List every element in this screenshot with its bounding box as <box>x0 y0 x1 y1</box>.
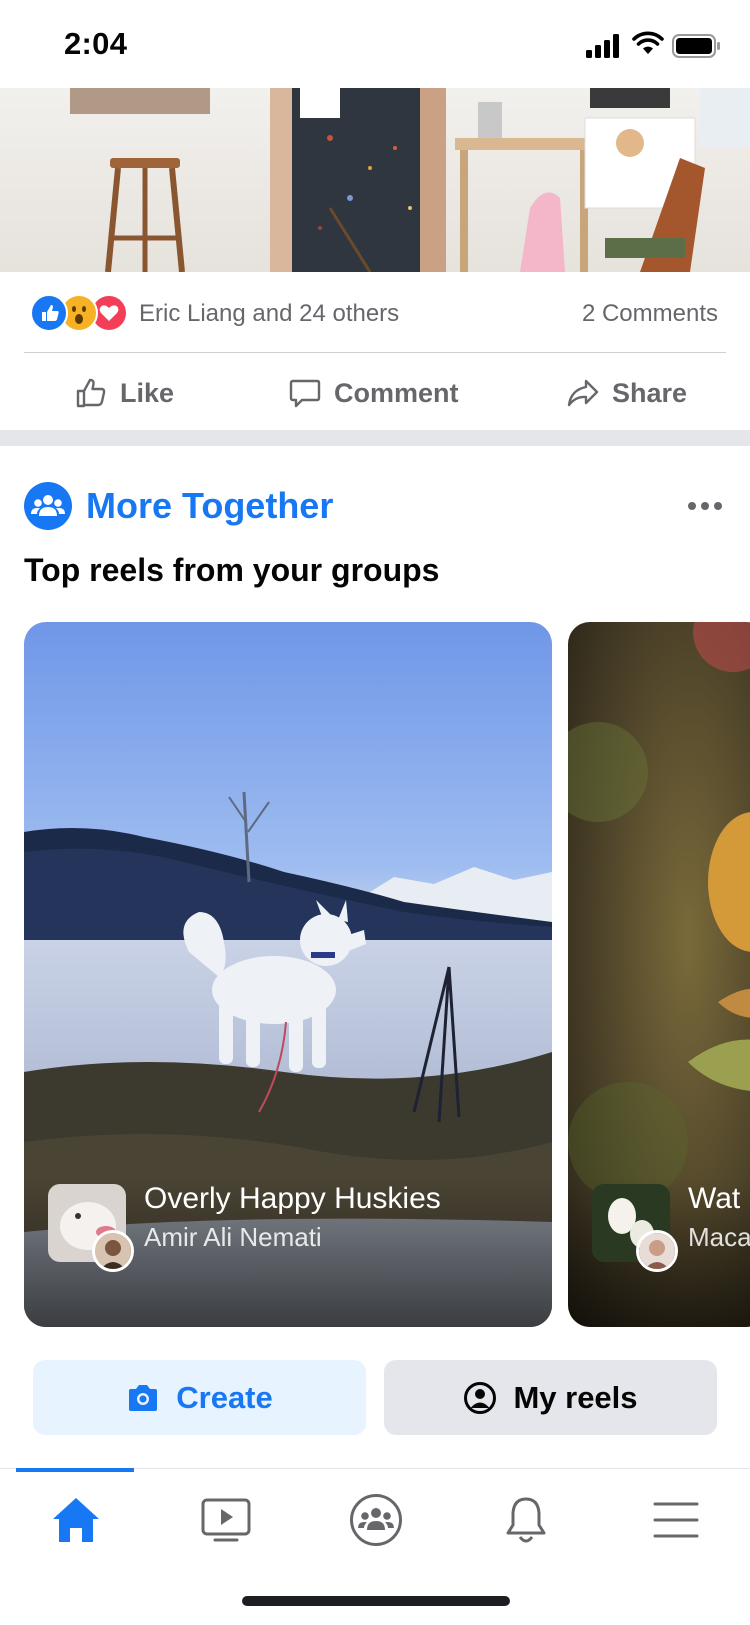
section-title[interactable]: More Together <box>86 482 333 530</box>
status-time: 2:04 <box>64 26 128 61</box>
reel-author: Amir Ali Nemati <box>144 1222 322 1252</box>
like-reaction-icon <box>30 294 68 332</box>
share-label: Share <box>612 377 688 408</box>
comment-bubble-icon <box>289 379 321 408</box>
profile-circle-icon <box>464 1381 497 1414</box>
reel-card[interactable]: Wat Maca <box>568 622 750 1327</box>
active-tab-indicator <box>16 1468 134 1472</box>
like-label: Like <box>120 377 175 408</box>
share-arrow-icon <box>567 379 599 407</box>
tab-menu[interactable] <box>646 1490 706 1550</box>
share-button[interactable]: Share <box>566 368 687 418</box>
battery-icon <box>672 34 720 58</box>
video-icon <box>201 1498 251 1542</box>
bell-icon <box>506 1497 546 1543</box>
section-subtitle: Top reels from your groups <box>24 552 440 588</box>
home-indicator <box>242 1596 510 1606</box>
divider <box>24 352 726 353</box>
comment-button[interactable]: Comment <box>288 368 459 418</box>
reel-title: Overly Happy Huskies <box>144 1182 441 1215</box>
home-icon <box>53 1498 99 1542</box>
like-button[interactable]: Like <box>74 368 174 418</box>
cellular-signal-icon <box>586 34 619 58</box>
avatar <box>636 1230 678 1272</box>
wifi-icon <box>632 31 664 54</box>
tab-video[interactable] <box>196 1490 256 1550</box>
tab-groups[interactable] <box>346 1490 406 1550</box>
thumbs-up-icon <box>76 378 106 408</box>
groups-icon <box>350 1494 402 1546</box>
create-button[interactable]: Create <box>33 1360 366 1435</box>
groups-icon[interactable] <box>24 482 72 530</box>
reactions-summary[interactable]: Eric Liang and 24 others <box>139 300 399 328</box>
comments-count[interactable]: 2 Comments <box>582 300 718 328</box>
tab-notifications[interactable] <box>496 1490 556 1550</box>
reel-card[interactable]: Overly Happy Huskies Amir Ali Nemati <box>24 622 552 1327</box>
reel-author: Maca <box>688 1222 750 1252</box>
comment-label: Comment <box>334 377 459 408</box>
avatar <box>92 1230 134 1272</box>
feed-separator <box>0 430 750 446</box>
create-label: Create <box>176 1379 273 1415</box>
menu-icon <box>653 1502 699 1538</box>
camera-icon <box>129 1384 158 1411</box>
my-reels-button[interactable]: My reels <box>384 1360 717 1435</box>
post-photo[interactable] <box>0 88 750 272</box>
more-options-icon[interactable] <box>688 496 728 516</box>
tab-home[interactable] <box>46 1490 106 1550</box>
my-reels-label: My reels <box>513 1379 638 1415</box>
post-photo-illustration <box>0 88 750 272</box>
reel-title: Wat <box>688 1182 741 1215</box>
